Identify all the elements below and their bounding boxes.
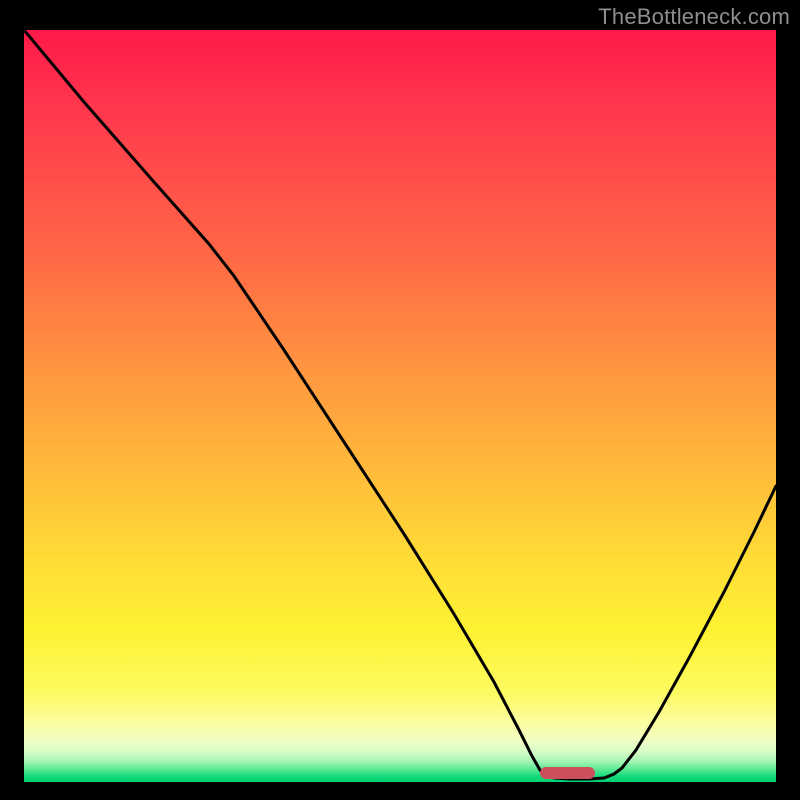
watermark-text: TheBottleneck.com [598,4,790,30]
optimum-marker [540,767,595,779]
chart-frame [24,30,776,782]
bottleneck-curve [24,30,776,782]
